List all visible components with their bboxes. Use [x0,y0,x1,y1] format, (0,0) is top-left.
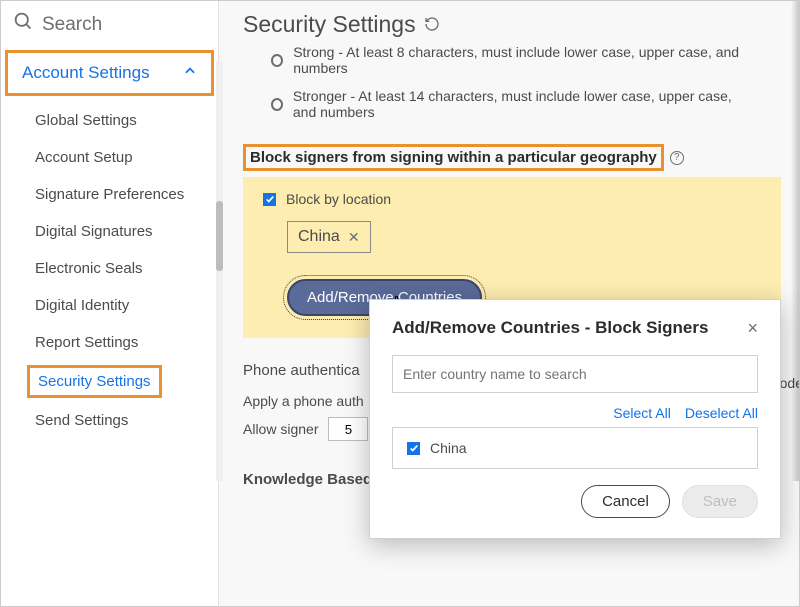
nav-section-account-settings: Account Settings Global Settings Account… [1,48,218,443]
country-option-china[interactable]: China [407,440,743,456]
sidebar-item-digital-identity[interactable]: Digital Identity [1,287,218,324]
country-search-input[interactable] [392,355,758,393]
radio-icon [271,54,283,67]
password-option-stronger-label: Stronger - At least 14 characters, must … [293,88,753,120]
checkbox-checked-icon [407,442,420,455]
sidebar-item-global-settings[interactable]: Global Settings [1,102,218,139]
refresh-icon[interactable] [424,11,440,38]
sidebar-item-signature-preferences[interactable]: Signature Preferences [1,176,218,213]
block-signers-heading: Block signers from signing within a part… [243,144,664,171]
sidebar: Search Account Settings Global Settings … [1,1,219,606]
country-option-label: China [430,440,467,456]
allow-signer-label: Allow signer [243,421,318,437]
block-signers-heading-row: Block signers from signing within a part… [243,144,781,171]
right-edge-shadow [791,1,799,481]
save-button: Save [682,485,758,518]
country-chip-label: China [298,228,340,246]
sidebar-item-report-settings[interactable]: Report Settings [1,324,218,361]
sidebar-item-digital-signatures[interactable]: Digital Signatures [1,213,218,250]
radio-icon [271,98,283,111]
block-by-location-label: Block by location [286,191,391,207]
sidebar-item-security-settings[interactable]: Security Settings [27,365,162,398]
page-title: Security Settings [243,11,781,38]
page-title-text: Security Settings [243,11,416,38]
search-placeholder-text: Search [42,14,102,36]
modal-title: Add/Remove Countries - Block Signers [392,318,708,338]
chevron-up-icon [183,63,197,83]
block-by-location-checkbox-row[interactable]: Block by location [263,191,761,207]
add-remove-countries-modal: Add/Remove Countries - Block Signers × S… [369,299,781,539]
remove-chip-icon[interactable]: ✕ [348,229,360,246]
sidebar-item-account-setup[interactable]: Account Setup [1,139,218,176]
sidebar-search[interactable]: Search [1,1,218,48]
nav-header-label: Account Settings [22,63,150,83]
password-option-strong[interactable]: Strong - At least 8 characters, must inc… [243,38,781,82]
cancel-button[interactable]: Cancel [581,485,670,518]
search-icon [13,11,34,38]
close-icon[interactable]: × [747,318,758,339]
deselect-all-link[interactable]: Deselect All [685,405,758,421]
sidebar-item-electronic-seals[interactable]: Electronic Seals [1,250,218,287]
allow-signer-input[interactable] [328,417,368,441]
nav-header-account-settings[interactable]: Account Settings [5,50,214,96]
checkbox-checked-icon [263,193,276,206]
help-icon[interactable]: ? [670,151,684,165]
password-option-strong-label: Strong - At least 8 characters, must inc… [293,44,753,76]
country-list: China [392,427,758,469]
country-chip-china: China ✕ [287,221,371,253]
password-option-stronger[interactable]: Stronger - At least 14 characters, must … [243,82,781,126]
sidebar-item-send-settings[interactable]: Send Settings [1,402,218,439]
select-all-link[interactable]: Select All [613,405,671,421]
